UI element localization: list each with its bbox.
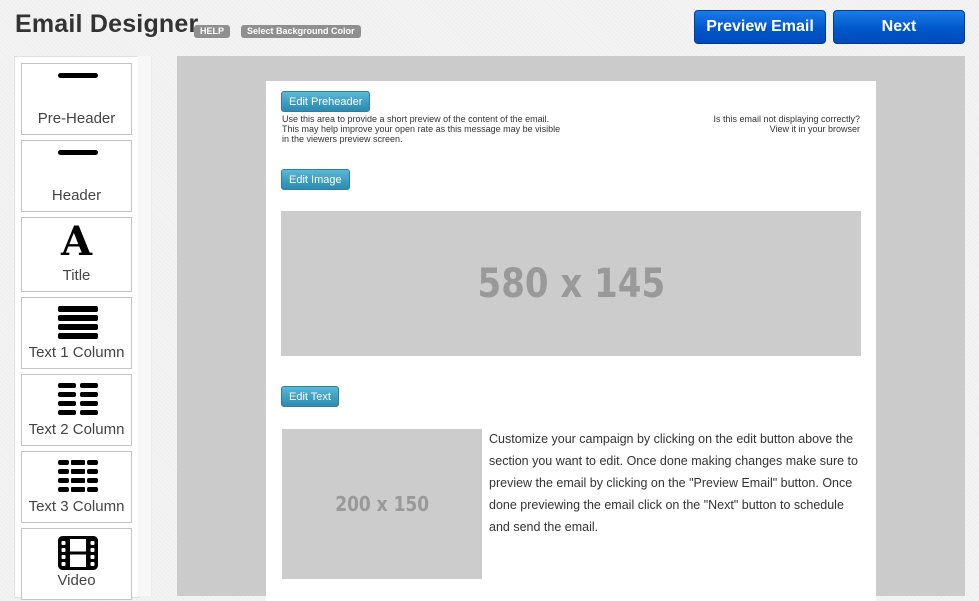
edit-text-button[interactable]: Edit Text — [281, 386, 339, 407]
text-1-column-icon — [58, 306, 98, 339]
preview-email-button[interactable]: Preview Email — [694, 10, 826, 44]
sidebar-item-label: Text 3 Column — [28, 498, 125, 515]
sidebar-item-title[interactable]: A Title — [21, 217, 132, 292]
sidebar-item-label: Video — [57, 572, 96, 589]
sidebar-scroll-strip — [138, 56, 152, 596]
not-displaying-text: Is this email not displaying correctly? — [713, 114, 860, 124]
banner-placeholder-label: 580 x 145 — [477, 260, 665, 307]
sidebar-item-pre-header[interactable]: Pre-Header — [21, 63, 132, 135]
film-icon — [58, 536, 98, 570]
edit-image-button[interactable]: Edit Image — [281, 169, 350, 190]
sidebar-item-video[interactable]: Video — [21, 528, 132, 600]
next-button[interactable]: Next — [833, 10, 965, 44]
sidebar-item-header[interactable]: Header — [21, 140, 132, 212]
side-image-placeholder[interactable]: 200 x 150 — [282, 429, 482, 579]
preheader-text: Use this area to provide a short preview… — [282, 114, 561, 144]
view-in-browser-link[interactable]: View it in your browser — [640, 124, 860, 134]
text-3-column-icon — [58, 460, 98, 492]
sidebar-item-label: Text 1 Column — [28, 344, 125, 361]
title-letter-a-icon: A — [60, 218, 93, 265]
help-button[interactable]: HELP — [194, 25, 231, 38]
pre-header-icon — [58, 73, 98, 78]
sidebar-item-text-1-column[interactable]: Text 1 Column — [21, 297, 132, 369]
text-2-column-icon — [58, 383, 98, 415]
select-background-color-button[interactable]: Select Background Color — [241, 25, 361, 38]
page-title: Email Designer — [15, 10, 199, 38]
header-icon — [58, 150, 98, 155]
sidebar-item-label: Pre-Header — [37, 110, 116, 127]
sidebar-item-text-2-column[interactable]: Text 2 Column — [21, 374, 132, 446]
block-palette-sidebar: Pre-Header Header A Title Text 1 Column … — [14, 56, 140, 600]
sidebar-item-text-3-column[interactable]: Text 3 Column — [21, 451, 132, 523]
sidebar-item-label: Header — [51, 187, 102, 204]
edit-preheader-button[interactable]: Edit Preheader — [281, 91, 371, 112]
body-text: Customize your campaign by clicking on t… — [489, 432, 858, 534]
sidebar-item-label: Title — [62, 267, 91, 284]
sidebar-item-label: Text 2 Column — [28, 421, 125, 438]
view-in-browser-block: Is this email not displaying correctly? … — [640, 114, 860, 134]
banner-image-placeholder[interactable]: 580 x 145 — [281, 211, 861, 356]
side-placeholder-label: 200 x 150 — [335, 492, 429, 516]
